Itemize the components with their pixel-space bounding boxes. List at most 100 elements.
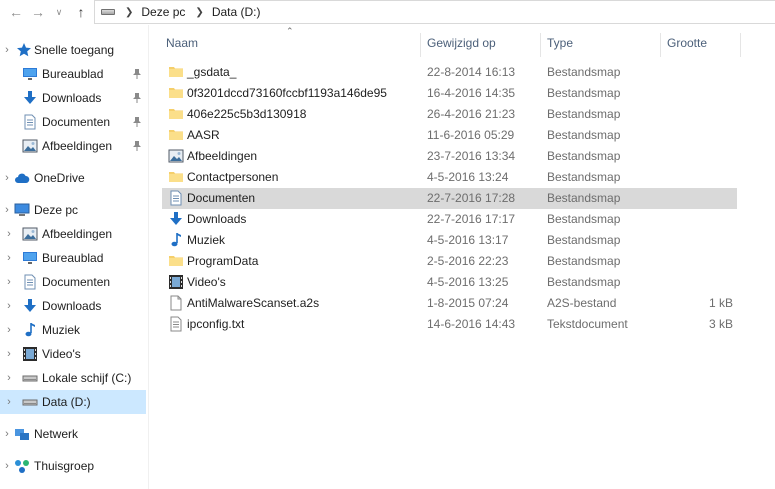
file-row[interactable]: 406e225c5b3d130918 26-4-2016 21:23 Bestand… [162,104,737,125]
nav-item-label: Documenten [42,275,111,289]
nav-pc-item[interactable]: › Documenten [0,270,146,294]
video-icon [22,346,38,362]
nav-pc-item[interactable]: › Downloads [0,294,146,318]
file-type: Bestandsmap [547,128,621,142]
file-row[interactable]: Muziek 4-5-2016 13:17 Bestandsmap [162,230,737,251]
pane-divider[interactable] [148,25,149,489]
file-row[interactable]: ipconfig.txt 14-6-2016 14:43 Tekstdocument… [162,314,737,335]
file-name: 0f3201dccd73160fccbf1193a146de95 [187,86,387,100]
file-modified: 16-4-2016 14:35 [427,86,516,100]
column-divider[interactable] [660,33,661,57]
file-modified: 1-8-2015 07:24 [427,296,509,310]
address-bar[interactable]: ❯ Deze pc ❯ Data (D:) [94,0,775,24]
column-divider[interactable] [740,33,741,57]
expand-chevron-icon[interactable]: › [4,366,14,390]
file-row[interactable]: AntiMalwareScanset.a2s 1-8-2015 07:24 A2S-… [162,293,737,314]
expand-chevron-icon[interactable]: › [4,270,14,294]
column-divider[interactable] [420,33,421,57]
nav-pc-item[interactable]: › Bureaublad [0,246,146,270]
file-row[interactable]: AASR 11-6-2016 05:29 Bestandsmap [162,125,737,146]
nav-pc-item[interactable]: › Data (D:) [0,390,146,414]
picture-icon [168,148,184,164]
nav-quick-access[interactable]: › Snelle toegang [0,38,146,62]
chevron-right-icon[interactable]: ❯ [125,7,133,18]
column-header-name[interactable]: Naam [166,33,198,57]
nav-onedrive[interactable]: › OneDrive [0,166,146,190]
file-icon [168,295,184,311]
nav-pc-item[interactable]: › Muziek [0,318,146,342]
file-row[interactable]: Downloads 22-7-2016 17:17 Bestandsmap [162,209,737,230]
sort-ascending-icon: ⌃ [286,26,294,36]
file-name: AntiMalwareScanset.a2s [187,296,320,310]
file-row[interactable]: 0f3201dccd73160fccbf1193a146de95 16-4-201… [162,83,737,104]
nav-quick-item[interactable]: Downloads [0,86,146,110]
chevron-right-icon[interactable]: ❯ [195,7,203,18]
nav-item-label: Data (D:) [42,395,91,409]
download-icon [22,298,38,314]
file-type: Bestandsmap [547,107,621,121]
file-modified: 4-5-2016 13:25 [427,275,509,289]
nav-item-label: Bureaublad [42,251,104,265]
expand-chevron-icon[interactable]: › [4,342,14,366]
expand-chevron-icon[interactable]: › [2,166,12,190]
nav-quick-item[interactable]: Documenten [0,110,146,134]
file-modified: 4-5-2016 13:24 [427,170,509,184]
nav-item-label: Muziek [42,323,81,337]
expand-chevron-icon[interactable]: › [2,454,12,478]
download-icon [22,90,38,106]
nav-item-label: Documenten [42,115,111,129]
column-divider[interactable] [540,33,541,57]
file-type: Bestandsmap [547,254,621,268]
file-row[interactable]: ProgramData 2-5-2016 22:23 Bestandsmap [162,251,737,272]
recent-locations-button[interactable]: ∨ [49,3,69,21]
up-button[interactable]: ↑ [71,3,91,21]
file-modified: 11-6-2016 05:29 [427,128,515,142]
desktop-icon [22,66,38,82]
network-icon [14,426,30,442]
file-type: Tekstdocument [547,317,628,331]
nav-item-label: Downloads [42,299,102,313]
file-modified: 2-5-2016 22:23 [427,254,509,268]
expand-chevron-icon[interactable]: › [4,294,14,318]
file-row[interactable]: _gsdata_ 22-8-2014 16:13 Bestandsmap [162,62,737,83]
breadcrumb-this-pc[interactable]: Deze pc [141,5,185,19]
file-type: Bestandsmap [547,170,621,184]
file-type: Bestandsmap [547,86,621,100]
expand-chevron-icon[interactable]: › [4,246,14,270]
breadcrumb-data-drive[interactable]: Data (D:) [212,5,261,19]
column-header-modified[interactable]: Gewijzigd op [427,33,496,57]
expand-chevron-icon[interactable]: › [2,422,12,446]
folder-icon [168,106,184,122]
nav-network[interactable]: › Netwerk [0,422,146,446]
file-type: Bestandsmap [547,275,621,289]
file-type: Bestandsmap [547,65,621,79]
file-name: Documenten [187,191,256,205]
nav-pc-item[interactable]: › Afbeeldingen [0,222,146,246]
back-button[interactable]: ← [6,3,26,21]
folder-icon [168,85,184,101]
nav-homegroup[interactable]: › Thuisgroep [0,454,146,478]
nav-quick-item[interactable]: Bureaublad [0,62,146,86]
file-type: Bestandsmap [547,233,621,247]
picture-icon [22,138,38,154]
column-header-size[interactable]: Grootte [667,33,707,57]
expand-chevron-icon[interactable]: › [4,318,14,342]
forward-button[interactable]: → [28,3,48,21]
nav-pc-item[interactable]: › Video's [0,342,146,366]
nav-this-pc[interactable]: › Deze pc [0,198,146,222]
file-row[interactable]: Documenten 22-7-2016 17:28 Bestandsmap [162,188,737,209]
expand-chevron-icon[interactable]: › [2,38,12,62]
folder-icon [168,253,184,269]
expand-chevron-icon[interactable]: › [4,390,14,414]
folder-icon [168,169,184,185]
file-row[interactable]: Video's 4-5-2016 13:25 Bestandsmap [162,272,737,293]
nav-pc-item[interactable]: › Lokale schijf (C:) [0,366,146,390]
computer-icon [14,202,30,218]
expand-chevron-icon[interactable]: › [2,198,12,222]
file-row[interactable]: Afbeeldingen 23-7-2016 13:34 Bestandsmap [162,146,737,167]
file-row[interactable]: Contactpersonen 4-5-2016 13:24 Bestandsmap [162,167,737,188]
column-header-type[interactable]: Type [547,33,573,57]
nav-quick-item[interactable]: Afbeeldingen [0,134,146,158]
download-icon [168,211,184,227]
expand-chevron-icon[interactable]: › [4,222,14,246]
